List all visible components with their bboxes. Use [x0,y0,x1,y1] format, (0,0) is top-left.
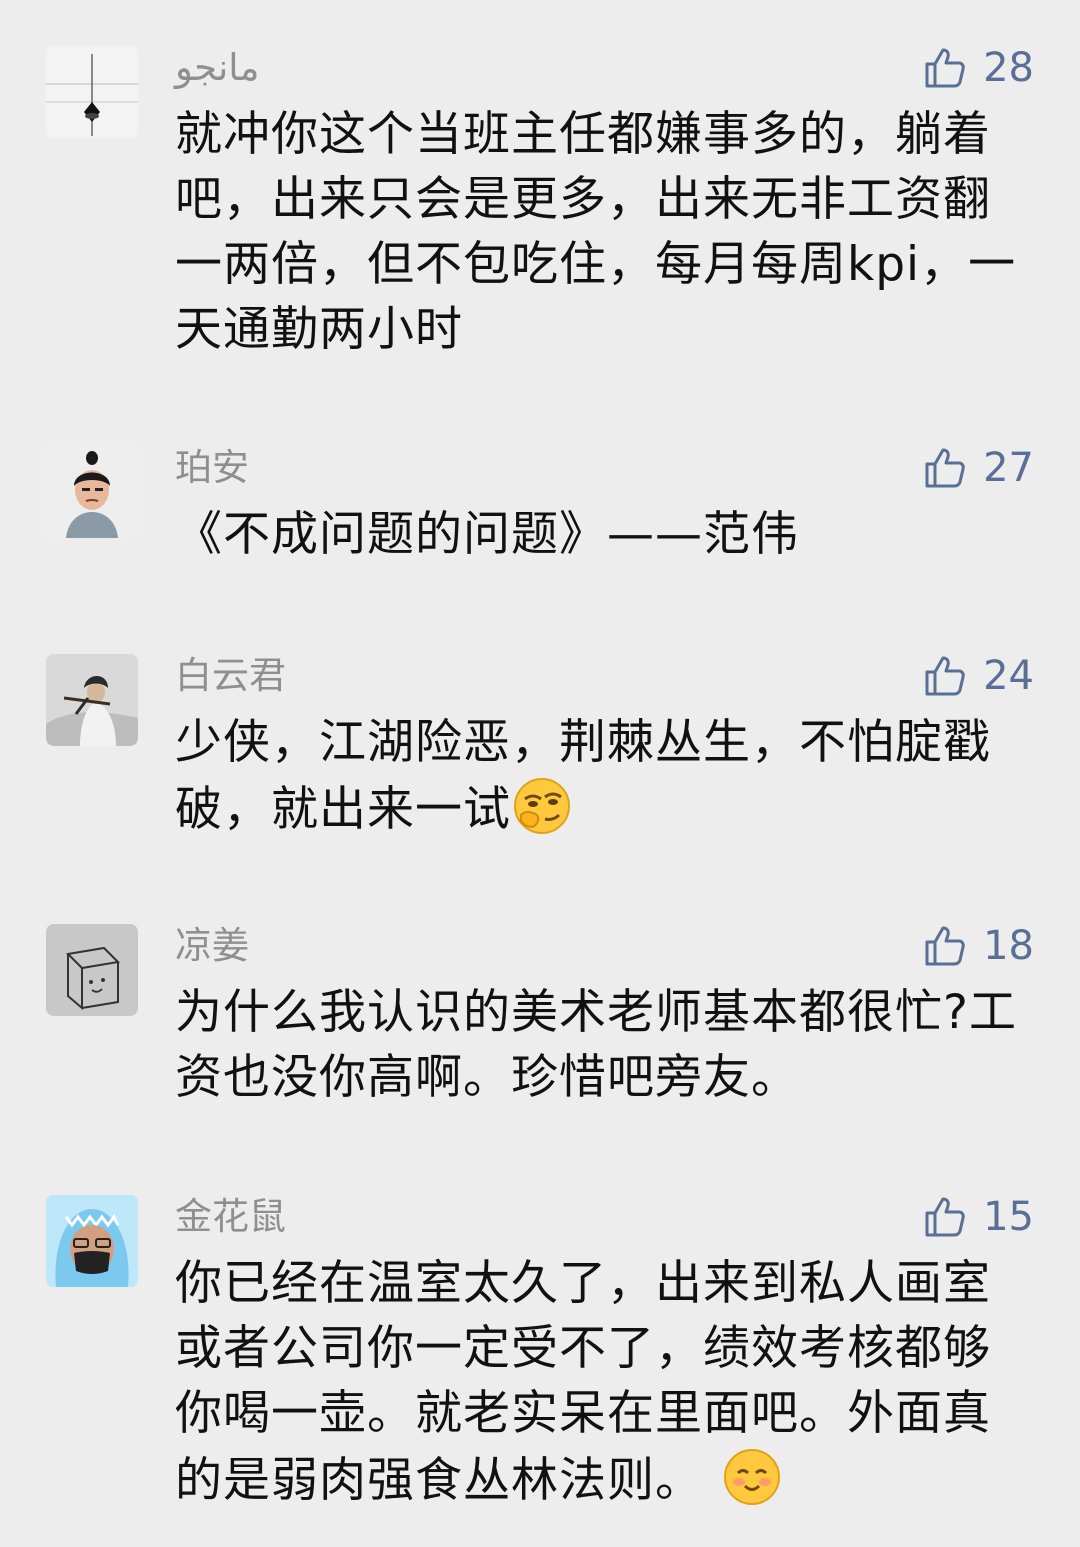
comment-text-content: 你已经在温室太久了，出来到私人画室或者公司你一定受不了，绩效考核都够你喝一壶。就… [175,1256,991,1508]
ink-landscape-avatar-icon [46,46,138,138]
swordsman-avatar-icon [46,654,138,746]
thumb-up-icon [921,652,969,700]
smiling-blush-emoji-icon [721,1446,783,1508]
username[interactable]: 白云君 [175,654,286,698]
like-count: 27 [983,445,1034,491]
like-count: 28 [983,45,1034,91]
username[interactable]: 金花鼠 [175,1195,286,1239]
user-avatar[interactable] [46,924,138,1016]
like-button[interactable]: 28 [921,42,1034,94]
thumb-up-icon [921,1193,969,1241]
comment-text: 你已经在温室太久了，出来到私人画室或者公司你一定受不了，绩效考核都够你喝一壶。就… [175,1251,1025,1513]
like-count: 18 [983,923,1034,969]
like-button[interactable]: 24 [921,650,1034,702]
sketched-cube-avatar-icon [46,924,138,1016]
user-avatar[interactable] [46,46,138,138]
comment-text: 少侠，江湖险恶，荆棘丛生，不怕腚戳破，就出来一试 [175,710,1025,842]
username[interactable]: مانجو [175,46,259,90]
shark-hood-avatar-icon [46,1195,138,1287]
peeking-emoji-icon [511,775,573,837]
comment-text: 为什么我认识的美术老师基本都很忙?工资也没你高啊。珍惜吧旁友。 [175,985,1017,1105]
comment-list: مانجو 28 就冲你这个当班主任都嫌事多的，躺着吧，出来只会是更多，出来无非… [0,0,1080,1547]
like-button[interactable]: 27 [921,442,1034,494]
user-avatar[interactable] [46,1195,138,1287]
thumb-up-icon [921,444,969,492]
username[interactable]: 凉姜 [175,924,249,968]
thumb-up-icon [921,922,969,970]
like-count: 24 [983,653,1034,699]
user-avatar[interactable] [46,446,138,538]
like-count: 15 [983,1194,1034,1240]
user-avatar[interactable] [46,654,138,746]
comment-text-content: 少侠，江湖险恶，荆棘丛生，不怕腚戳破，就出来一试 [175,715,991,837]
username[interactable]: 珀安 [175,446,249,490]
thumb-up-icon [921,44,969,92]
comment-text: 《不成问题的问题》——范伟 [175,507,799,562]
cartoon-boy-avatar-icon [46,446,138,538]
comment-text: 就冲你这个当班主任都嫌事多的，躺着吧，出来只会是更多，出来无非工资翻一两倍，但不… [175,107,1017,357]
like-button[interactable]: 15 [921,1191,1034,1243]
like-button[interactable]: 18 [921,920,1034,972]
